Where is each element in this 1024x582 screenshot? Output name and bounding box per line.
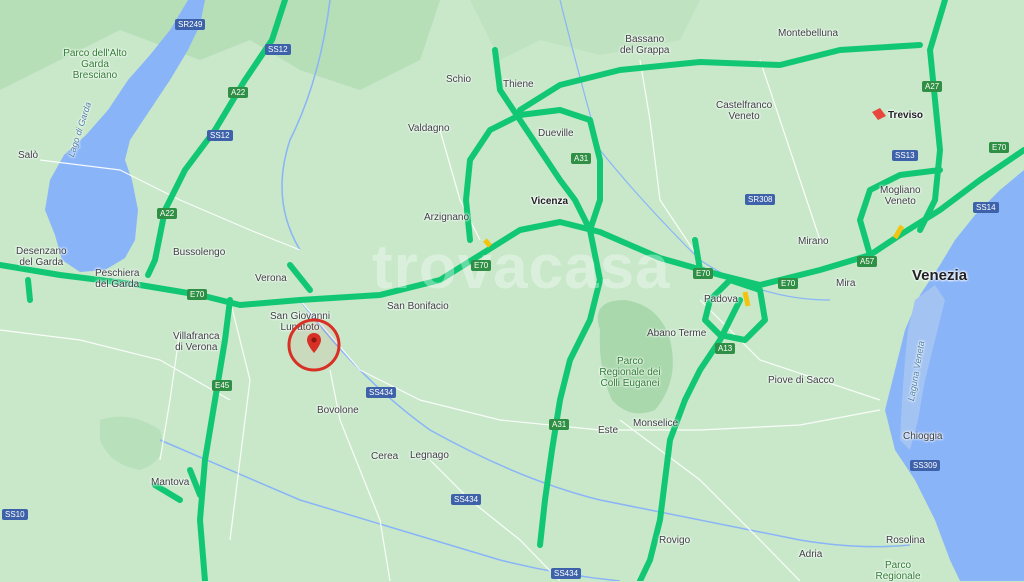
town-label-rosolina: Rosolina [886,535,925,546]
town-label-san-bonifacio: San Bonifacio [387,301,449,312]
town-label-cerea: Cerea [371,451,399,462]
road-shield-ss12: SS12 [265,44,291,55]
town-label-desenzano: Desenzano del Garda [16,246,67,268]
traffic-yellow-padova [742,291,751,307]
town-label-villafranca: Villafranca di Verona [173,331,220,353]
city-label-treviso: Treviso [888,110,924,121]
town-label-valdagno: Valdagno [408,123,450,134]
road-shield-ss12: SS12 [207,130,233,141]
city-label-venezia: Venezia [912,267,968,284]
town-label-salo: Salò [18,150,39,161]
road-shield-ss434: SS434 [366,387,397,398]
road-shield-ss434: SS434 [551,568,582,579]
town-label-mantova: Mantova [151,477,190,488]
town-label-este: Este [598,425,619,436]
town-label-bassano: Bassano del Grappa [620,34,670,56]
town-label-castelfranco: Castelfranco Veneto [716,100,773,122]
city-label-vicenza: Vicenza [531,196,569,207]
road-shield-e70: E70 [693,268,714,279]
town-label-peschiera: Peschiera del Garda [95,268,140,290]
road-shield-a27: A27 [922,81,943,92]
town-label-arzignano: Arzignano [424,212,470,223]
road-shield-e45: E45 [212,380,233,391]
road-shield-a22: A22 [228,87,249,98]
park-label-alto-garda: Parco dell'Alto Garda Bresciano [63,48,127,81]
road-shield-a13: A13 [715,343,736,354]
road-shield-a31: A31 [571,153,592,164]
road-shield-e70: E70 [989,142,1010,153]
town-label-bussolengo: Bussolengo [173,247,226,258]
park-label-colli-euganei: Parco Regionale dei Colli Euganei [599,356,661,389]
road-shield-ss434: SS434 [451,494,482,505]
town-label-rovigo: Rovigo [659,535,691,546]
road-shield-e70: E70 [471,260,492,271]
road-shield-e70: E70 [778,278,799,289]
watermark: trovacasa [372,233,671,302]
town-label-thiene: Thiene [503,79,534,90]
road-shield-e70: E70 [187,289,208,300]
town-label-montebelluna: Montebelluna [778,28,839,39]
park-label-regionale: Parco Regionale [875,560,921,582]
road-shield-ss10: SS10 [2,509,28,520]
town-label-schio: Schio [446,74,472,85]
town-label-mirano: Mirano [798,236,829,247]
city-label-verona: Verona [255,273,287,284]
town-label-bovolone: Bovolone [317,405,359,416]
town-label-abano-terme: Abano Terme [647,328,707,339]
town-label-mira: Mira [836,278,856,289]
town-label-mogliano: Mogliano Veneto [880,185,921,207]
town-label-adria: Adria [799,549,823,560]
town-label-piove-di-sacco: Piove di Sacco [768,375,835,386]
road-shield-ss14: SS14 [973,202,999,213]
city-label-padova: Padova [704,294,738,305]
town-label-chioggia: Chioggia [903,431,943,442]
road-shield-sr308: SR308 [745,194,776,205]
road-shield-a57: A57 [857,256,878,267]
location-marker[interactable] [286,317,342,373]
town-label-dueville: Dueville [538,128,574,139]
town-label-legnago: Legnago [410,450,449,461]
road-shield-ss13: SS13 [892,150,918,161]
road-shield-a31: A31 [549,419,570,430]
road-shield-sr249: SR249 [175,19,206,30]
road-shield-ss309: SS309 [910,460,941,471]
road-shield-a22: A22 [157,208,178,219]
town-label-monselice: Monselice [633,418,679,429]
